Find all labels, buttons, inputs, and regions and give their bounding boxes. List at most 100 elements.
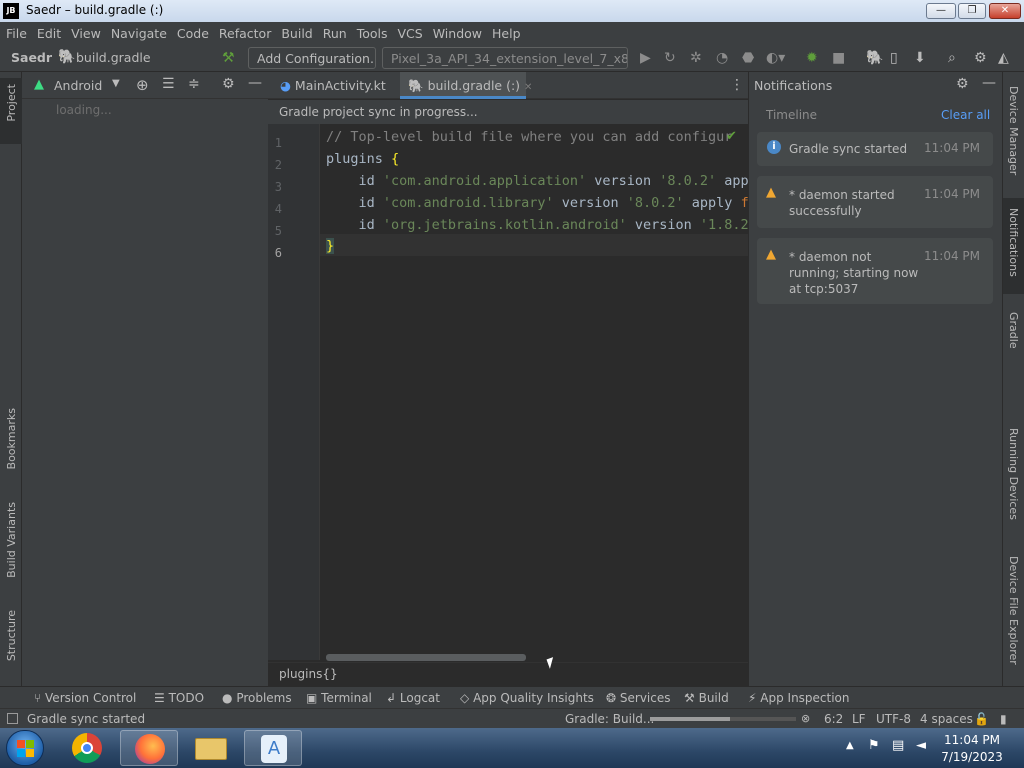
editor-breadcrumb[interactable]: plugins{} (279, 667, 338, 681)
hide-panel-icon[interactable]: — (248, 75, 262, 91)
attach-debugger-icon[interactable]: ⬣ (742, 50, 754, 66)
notification-time: 11:04 PM (924, 187, 980, 201)
device-manager-tool-tab[interactable]: Device Manager (1007, 86, 1020, 175)
indent-setting[interactable]: 4 spaces (920, 712, 973, 726)
menu-code[interactable]: Code (177, 26, 209, 41)
version-control-tool[interactable]: ⑂ Version Control (34, 691, 136, 705)
gear-icon[interactable]: ⚙ (222, 76, 235, 92)
menu-help[interactable]: Help (492, 26, 521, 41)
minimize-button[interactable]: — (926, 3, 956, 19)
notification-card[interactable]: ▲ * daemon not running; starting now at … (757, 238, 993, 304)
editor-gutter: 1 2 3 4 5 6 (268, 124, 320, 660)
clock-time[interactable]: 11:04 PM (940, 733, 1004, 747)
problems-tool[interactable]: ● Problems (222, 691, 292, 705)
file-encoding[interactable]: UTF-8 (876, 712, 911, 726)
menu-build[interactable]: Build (281, 26, 312, 41)
show-hidden-icons-icon[interactable]: ▲ (846, 740, 854, 751)
notifications-tool-tab[interactable]: Notifications (1003, 198, 1024, 294)
action-center-icon[interactable]: ⚑ (868, 738, 880, 753)
firefox-taskbar-icon[interactable] (120, 730, 178, 766)
code-line-6[interactable]: } (326, 238, 335, 254)
info-icon: i (767, 140, 781, 154)
maximize-button[interactable]: ❐ (958, 3, 986, 19)
clear-all-link[interactable]: Clear all (941, 108, 990, 122)
menu-vcs[interactable]: VCS (398, 26, 423, 41)
menu-file[interactable]: File (6, 26, 27, 41)
gradle-tool-tab[interactable]: Gradle (1007, 312, 1020, 349)
tab-mainactivity[interactable]: ◕ MainActivity.kt (272, 72, 398, 99)
rerun-icon[interactable]: ↻ (664, 50, 676, 66)
caret-position[interactable]: 6:2 (824, 712, 843, 726)
horizontal-scrollbar[interactable] (326, 654, 526, 661)
build-tool[interactable]: ⚒ Build (684, 691, 729, 705)
bookmarks-tool-tab[interactable]: Bookmarks (5, 408, 18, 469)
ide-update-icon[interactable]: ◭ (998, 50, 1009, 66)
collapse-all-icon[interactable]: ≑ (188, 76, 200, 92)
hide-panel-icon[interactable]: — (982, 75, 996, 91)
running-devices-tool-tab[interactable]: Running Devices (1007, 428, 1020, 520)
locate-icon[interactable]: ⊕ (136, 76, 149, 94)
app-inspection-tool[interactable]: ⚡ App Inspection (748, 691, 850, 705)
menu-edit[interactable]: Edit (37, 26, 61, 41)
file-explorer-taskbar-icon[interactable] (182, 730, 240, 766)
hammer-icon[interactable]: ⚒ (222, 50, 235, 66)
menu-run[interactable]: Run (323, 26, 347, 41)
notification-card[interactable]: ▲ * daemon started successfully 11:04 PM (757, 176, 993, 228)
sync-gradle-icon[interactable]: 🐘 (866, 50, 883, 66)
logcat-tool[interactable]: ↲ Logcat (386, 691, 440, 705)
status-message[interactable]: Gradle sync started (27, 712, 145, 726)
more-tabs-icon[interactable]: ⋮ (730, 77, 744, 93)
more-run-options-icon[interactable]: ◐▾ (766, 50, 785, 66)
terminal-tool[interactable]: ▣ Terminal (306, 691, 372, 705)
code-line-2[interactable]: plugins { (326, 151, 399, 167)
notification-card[interactable]: i Gradle sync started 11:04 PM (757, 132, 993, 166)
network-icon[interactable]: ▤ (892, 738, 904, 753)
android-studio-taskbar-icon[interactable]: A (244, 730, 302, 766)
close-button[interactable]: ✕ (989, 3, 1021, 19)
apply-changes-icon[interactable]: ✹ (806, 50, 818, 66)
clock-date[interactable]: 7/19/2023 (940, 750, 1004, 764)
debug-icon[interactable]: ✲ (690, 50, 702, 66)
search-icon[interactable]: ⌕ (948, 50, 956, 66)
cancel-progress-icon[interactable]: ⊗ (801, 712, 810, 725)
device-manager-icon[interactable]: ▯ (890, 50, 898, 66)
todo-tool[interactable]: ☰ TODO (154, 691, 204, 705)
device-file-explorer-tool-tab[interactable]: Device File Explorer (1007, 556, 1020, 665)
code-line-1[interactable]: // Top-level build file where you can ad… (326, 129, 732, 145)
expand-all-icon[interactable]: ☰ (162, 76, 175, 92)
close-tab-icon[interactable]: ✕ (524, 82, 532, 93)
services-tool[interactable]: ❂ Services (606, 691, 671, 705)
menu-window[interactable]: Window (433, 26, 482, 41)
tab-build-gradle[interactable]: 🐘 build.gradle (:) ✕ (400, 72, 532, 99)
chrome-taskbar-icon[interactable] (58, 730, 116, 766)
panel-toggle-icon[interactable] (7, 713, 18, 724)
profile-icon[interactable]: ◔ (716, 50, 728, 66)
volume-icon[interactable]: ◄ (916, 738, 926, 753)
build-variants-tool-tab[interactable]: Build Variants (5, 502, 18, 578)
menu-navigate[interactable]: Navigate (111, 26, 167, 41)
lock-icon[interactable]: 🔓 (974, 712, 989, 726)
stop-icon[interactable]: ■ (832, 50, 845, 66)
sdk-manager-icon[interactable]: ⬇ (914, 50, 926, 66)
gear-icon[interactable]: ⚙ (956, 76, 969, 92)
memory-indicator-icon[interactable]: ▮ (1000, 712, 1007, 726)
structure-tool-tab[interactable]: Structure (5, 610, 18, 661)
project-view-selector[interactable]: Android (54, 78, 102, 93)
menu-view[interactable]: View (71, 26, 101, 41)
project-tool-tab[interactable]: Project (0, 78, 22, 144)
line-ending[interactable]: LF (852, 712, 866, 726)
code-line-3[interactable]: id 'com.android.application' version '8.… (326, 173, 757, 189)
menu-refactor[interactable]: Refactor (219, 26, 271, 41)
chevron-down-icon[interactable]: ▼ (112, 78, 120, 89)
add-configuration-button[interactable]: Add Configuration... (248, 47, 376, 69)
code-line-4[interactable]: id 'com.android.library' version '8.0.2'… (326, 195, 757, 211)
device-selector[interactable]: Pixel_3a_API_34_extension_level_7_x86_..… (382, 47, 628, 69)
app-quality-insights-tool[interactable]: ◇ App Quality Insights (460, 691, 594, 705)
run-icon[interactable]: ▶ (640, 50, 651, 66)
breadcrumb-project[interactable]: Saedr (11, 50, 52, 65)
breadcrumb-file[interactable]: build.gradle (76, 50, 151, 65)
windows-start-icon[interactable] (6, 730, 44, 766)
gear-icon[interactable]: ⚙ (974, 50, 987, 66)
code-line-5[interactable]: id 'org.jetbrains.kotlin.android' versio… (326, 217, 757, 233)
menu-tools[interactable]: Tools (357, 26, 388, 41)
